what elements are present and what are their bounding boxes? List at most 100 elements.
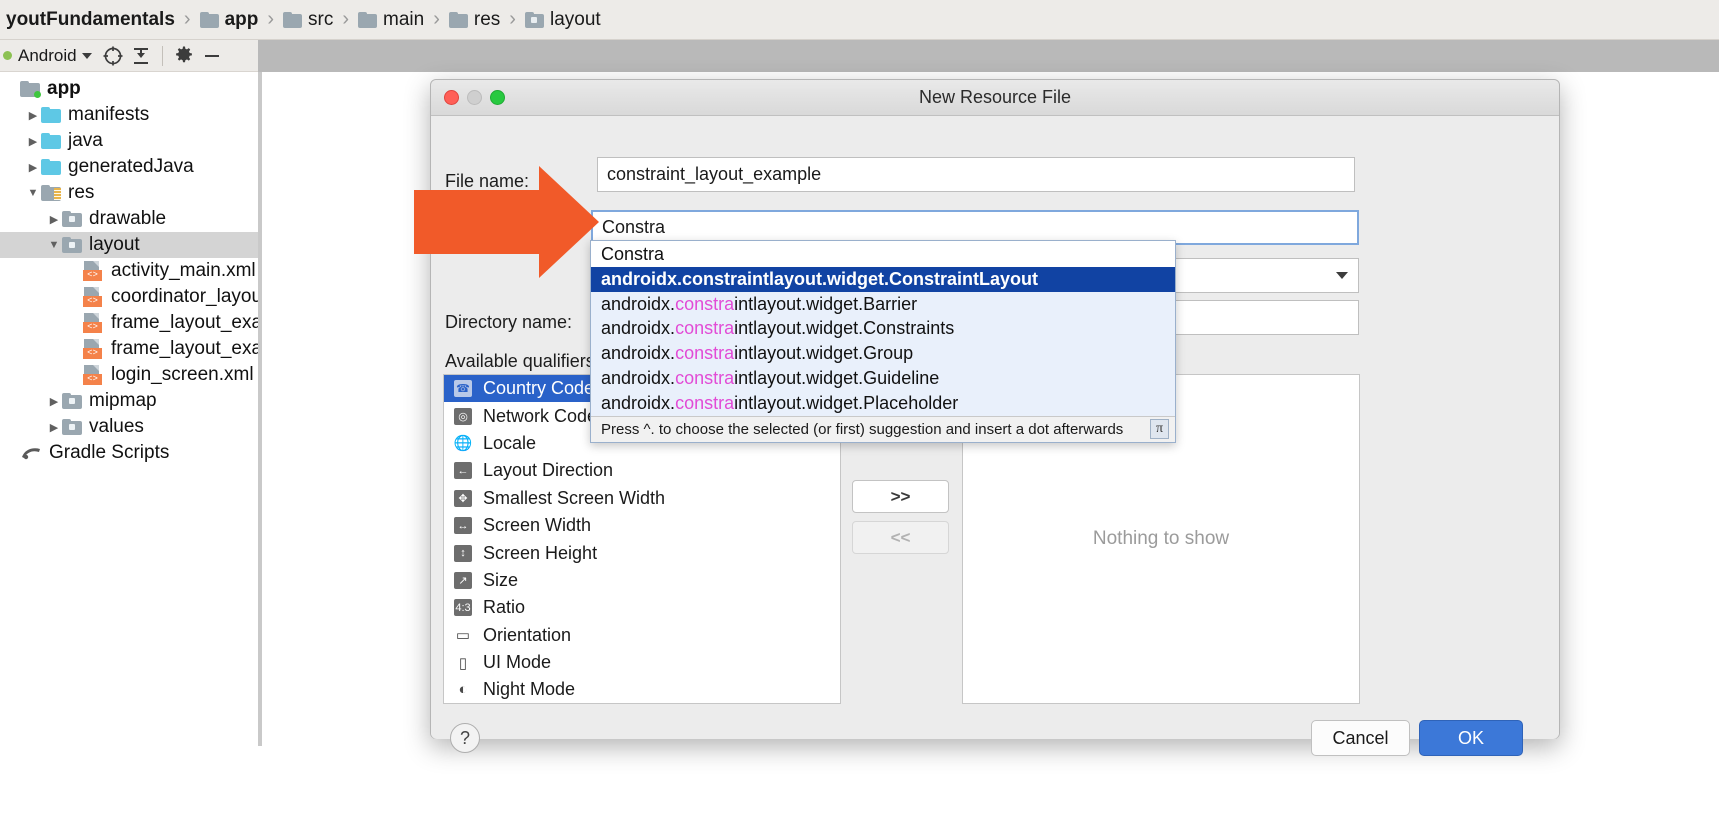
directory-name-label: Directory name:	[445, 312, 573, 332]
project-tree[interactable]: app manifests java ⚙ generatedJava res drawabl…	[0, 72, 258, 746]
autocomplete-suffix: intlayout.widget.ConstraintLayout	[747, 268, 1039, 289]
editor-left-divider[interactable]	[258, 72, 262, 746]
autocomplete-item-5[interactable]: androidx. constra intlayout.widget.Placeho…	[591, 391, 1175, 416]
expand-right-icon[interactable]	[25, 109, 41, 122]
chevron-down-icon[interactable]	[81, 52, 92, 59]
autocomplete-item-2[interactable]: androidx. constra intlayout.widget.Constra…	[591, 317, 1175, 342]
autocomplete-suffix: intlayout.widget.Placeholder	[734, 392, 959, 413]
project-view-selector-label[interactable]: Android	[14, 46, 77, 66]
gradle-icon	[20, 444, 42, 462]
cancel-button[interactable]: Cancel	[1311, 720, 1410, 756]
expand-right-icon[interactable]	[46, 421, 62, 434]
breadcrumb-item-layout[interactable]: layout	[523, 9, 603, 31]
qualifier-item-ui-mode[interactable]: ▯ UI Mode	[444, 649, 840, 676]
breadcrumb: youtFundamentals › app › src › main › res › layout	[0, 0, 1719, 40]
breadcrumb-item-res[interactable]: res	[447, 9, 502, 31]
qualifier-label: Orientation	[483, 624, 572, 645]
add-qualifier-button[interactable]: >>	[852, 480, 949, 513]
autocomplete-suffix: intlayout.widget.Constraints	[734, 318, 955, 339]
qualifier-item-night-mode[interactable]: ◐ Night Mode	[444, 676, 840, 703]
breadcrumb-item-youtfundamentals[interactable]: youtFundamentals	[4, 9, 177, 31]
xml-file-icon: <>	[83, 287, 104, 307]
folder-blue-icon	[41, 107, 61, 123]
tree-node-values[interactable]: values	[0, 414, 258, 440]
chosen-empty-text: Nothing to show	[1092, 528, 1230, 549]
tree-node-coordinator_layout[interactable]: <> coordinator_layout	[0, 284, 258, 310]
xml-file-icon: <>	[83, 339, 104, 359]
tree-node-drawable[interactable]: drawable	[0, 206, 258, 232]
tree-node-label: frame_layout_exam	[111, 312, 258, 333]
autocomplete-item-4[interactable]: androidx. constra intlayout.widget.Guideli…	[591, 366, 1175, 391]
size-icon: ↗	[452, 571, 474, 590]
minimize-icon[interactable]	[199, 43, 225, 69]
tree-node-layout[interactable]: layout	[0, 232, 258, 258]
tree-node-label: values	[89, 416, 144, 437]
tree-node-activity_main-xml[interactable]: <> activity_main.xml	[0, 258, 258, 284]
expand-down-icon[interactable]	[25, 187, 41, 199]
autocomplete-item-3[interactable]: androidx. constra intlayout.widget.Group	[591, 341, 1175, 366]
remove-qualifier-button[interactable]: <<	[852, 521, 949, 554]
android-studio-window: youtFundamentals › app › src › main › res › layout…	[0, 0, 1719, 818]
expand-right-icon[interactable]	[46, 395, 62, 408]
expand-down-icon[interactable]	[46, 239, 62, 251]
qualifier-label: Layout Direction	[483, 460, 614, 481]
target-icon[interactable]	[100, 43, 126, 69]
tree-node-generatedjava[interactable]: ⚙ generatedJava	[0, 154, 258, 180]
tree-node-app[interactable]: app	[0, 76, 258, 102]
qualifier-item-orientation[interactable]: ▭ Orientation	[444, 622, 840, 649]
tree-node-frame_layout_exam[interactable]: <> frame_layout_exam	[0, 336, 258, 362]
autocomplete-match: constra	[675, 343, 735, 364]
smallest-screen-width-icon: ✥	[452, 489, 474, 508]
screen-width-icon: ↔	[452, 516, 474, 535]
collapse-all-icon[interactable]	[128, 43, 154, 69]
xml-file-icon: <>	[83, 261, 104, 281]
breadcrumb-separator: ›	[342, 8, 350, 30]
settings-gear-icon[interactable]	[171, 43, 197, 69]
ui-mode-icon: ▯	[458, 654, 468, 672]
folder-blue-icon	[41, 133, 61, 149]
breadcrumb-item-main[interactable]: main	[356, 9, 426, 31]
expand-right-icon[interactable]	[25, 161, 41, 174]
qualifier-item-smallest-screen-width[interactable]: ✥ Smallest Screen Width	[444, 485, 840, 512]
qualifier-item-screen-width[interactable]: ↔ Screen Width	[444, 512, 840, 539]
dialog-title-bar: New Resource File	[431, 80, 1559, 116]
qualifier-item-size[interactable]: ↗ Size	[444, 567, 840, 594]
folder-gray-icon	[62, 211, 82, 227]
tree-node-java[interactable]: java	[0, 128, 258, 154]
tree-node-login_screen-xml[interactable]: <> login_screen.xml	[0, 362, 258, 388]
autocomplete-prefix: androidx.	[601, 318, 676, 339]
qualifier-label: Locale	[483, 432, 537, 453]
breadcrumb-item-src[interactable]: src	[281, 9, 335, 31]
autocomplete-query-row[interactable]: Constra	[591, 241, 1175, 267]
breadcrumb-separator: ›	[509, 8, 516, 30]
breadcrumb-separator: ›	[183, 8, 191, 30]
breadcrumb-item-app[interactable]: app	[198, 9, 261, 31]
tree-node-res[interactable]: res	[0, 180, 258, 206]
locale-globe-icon: 🌐	[453, 435, 473, 453]
tree-node-gradle-scripts[interactable]: Gradle Scripts	[0, 440, 258, 466]
qualifier-label: Night Mode	[483, 679, 576, 700]
tree-node-frame_layout_exam[interactable]: <> frame_layout_exam	[0, 310, 258, 336]
file-name-input[interactable]: constraint_layout_example	[597, 157, 1355, 192]
expand-right-icon[interactable]	[25, 135, 41, 148]
autocomplete-item-1[interactable]: androidx. constra intlayout.widget.Barrier	[591, 292, 1175, 317]
tree-node-label: manifests	[68, 104, 150, 125]
orientation-icon: ▭	[455, 627, 471, 645]
breadcrumb-separator: ›	[433, 8, 440, 30]
qualifier-label: Country Code	[483, 378, 595, 399]
qualifier-item-ratio[interactable]: 4:3 Ratio	[444, 594, 840, 621]
folder-module-icon	[20, 81, 41, 98]
autocomplete-popup[interactable]: Constra androidx. constra intlayout.widget.…	[590, 240, 1176, 443]
qualifier-label: UI Mode	[483, 652, 552, 673]
qualifier-item-screen-height[interactable]: ↕ Screen Height	[444, 539, 840, 566]
qualifier-label: Network Code	[483, 405, 598, 426]
expand-right-icon[interactable]	[46, 213, 62, 226]
help-button[interactable]: ?	[450, 723, 480, 753]
breadcrumb-label: app	[224, 8, 259, 30]
tree-node-label: app	[47, 78, 81, 99]
tree-node-manifests[interactable]: manifests	[0, 102, 258, 128]
qualifier-item-layout-direction[interactable]: ← Layout Direction	[444, 457, 840, 484]
tree-node-mipmap[interactable]: mipmap	[0, 388, 258, 414]
autocomplete-item-0[interactable]: androidx. constra intlayout.widget.Constra…	[591, 267, 1175, 292]
ok-button[interactable]: OK	[1419, 720, 1523, 756]
